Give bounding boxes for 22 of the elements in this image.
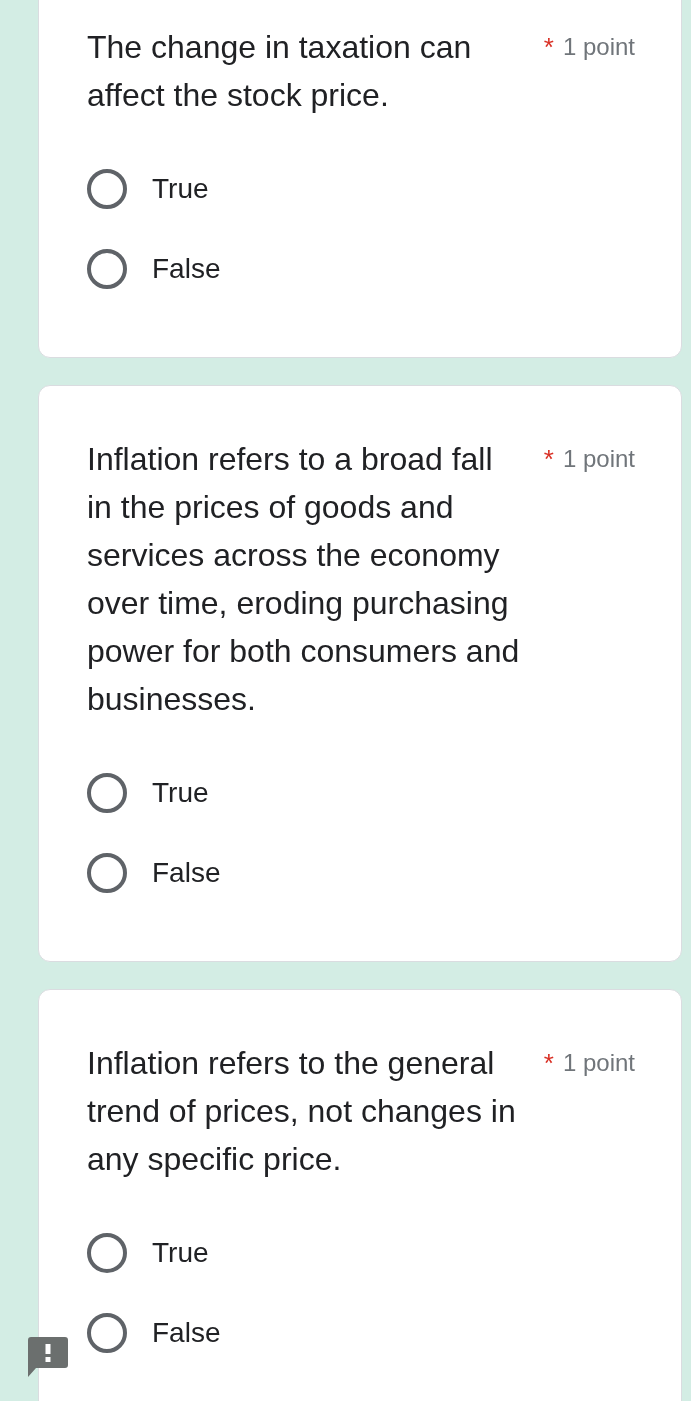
required-mark: * xyxy=(543,34,554,60)
points-label: 1 point xyxy=(562,447,635,471)
option-label[interactable]: False xyxy=(152,856,221,890)
option-label[interactable]: True xyxy=(152,776,209,810)
points-label: 1 point xyxy=(562,1051,635,1075)
radio-button[interactable] xyxy=(87,773,127,813)
option-label[interactable]: False xyxy=(152,1316,221,1350)
question-text: Inflation refers to a broad fall in the prices of goods and services across the economy over time, eroding purchasing power for both consumers and businesses. xyxy=(87,440,521,719)
question-text: The change in taxation can affect the stock price. xyxy=(87,28,473,115)
required-mark: * xyxy=(543,1050,554,1076)
required-mark: * xyxy=(543,446,554,472)
radio-button[interactable] xyxy=(87,249,127,289)
radio-button[interactable] xyxy=(87,169,127,209)
option-label[interactable]: False xyxy=(152,252,221,286)
alert-bubble-icon[interactable] xyxy=(28,1337,68,1377)
option-label[interactable]: True xyxy=(152,172,209,206)
question-text: Inflation refers to the general trend of prices, not changes in any specific price. xyxy=(87,1044,517,1179)
radio-button[interactable] xyxy=(87,1233,127,1273)
points-label: 1 point xyxy=(562,35,635,59)
option-label[interactable]: True xyxy=(152,1236,209,1270)
radio-button[interactable] xyxy=(87,853,127,893)
radio-button[interactable] xyxy=(87,1313,127,1353)
